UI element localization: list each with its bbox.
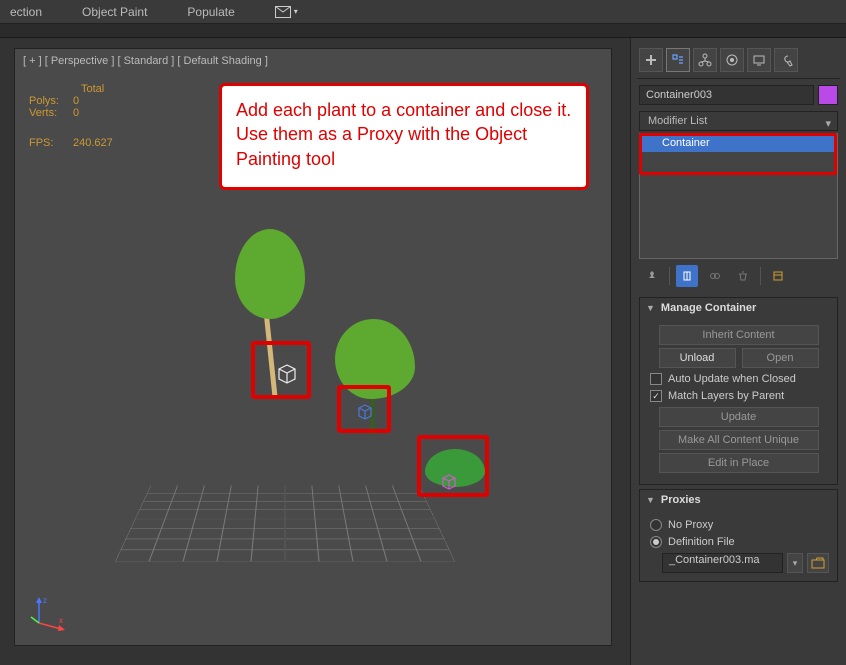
rollout-title: Manage Container (661, 302, 756, 314)
menu-selection-clipped[interactable]: ection (10, 5, 42, 19)
match-layers-label: Match Layers by Parent (668, 390, 784, 402)
tab-display[interactable] (747, 48, 771, 72)
svg-text:x: x (59, 616, 63, 625)
wrench-icon (779, 53, 793, 67)
definition-file-label: Definition File (668, 536, 735, 548)
auto-update-label: Auto Update when Closed (668, 373, 796, 385)
remove-modifier-button[interactable] (732, 265, 754, 287)
checkbox-checked-icon: ✓ (650, 390, 662, 402)
annotation-callout: Add each plant to a container and close … (219, 83, 589, 190)
stats-total-header: Total (81, 83, 113, 95)
tab-utilities[interactable] (774, 48, 798, 72)
pin-stack-button[interactable] (641, 265, 663, 287)
chevron-down-icon: ▾ (825, 117, 831, 130)
stats-verts-value: 0 (73, 107, 79, 119)
rollout-header-manage-container[interactable]: ▼ Manage Container (640, 298, 837, 318)
stack-toolbar (641, 265, 836, 287)
menu-object-paint[interactable]: Object Paint (82, 5, 147, 19)
definition-file-dropdown[interactable]: ▾ (787, 553, 803, 573)
menu-notifications[interactable]: ▾ (275, 6, 298, 18)
make-unique-button[interactable] (704, 265, 726, 287)
configure-icon (772, 270, 784, 282)
folder-icon (811, 557, 825, 569)
trash-icon (737, 270, 749, 282)
pin-icon (646, 270, 658, 282)
definition-file-radio-row[interactable]: Definition File (650, 536, 827, 548)
stats-fps-value: 240.627 (73, 137, 113, 149)
auto-update-checkbox-row[interactable]: Auto Update when Closed (650, 373, 827, 385)
rollout-header-proxies[interactable]: ▼ Proxies (640, 490, 837, 510)
divider (669, 267, 670, 285)
stats-polys-value: 0 (73, 95, 79, 107)
annotation-box-1 (251, 341, 311, 399)
object-color-swatch[interactable] (818, 85, 838, 105)
sub-strip (0, 24, 846, 38)
hierarchy-icon (698, 53, 712, 67)
stats-fps-label: FPS: (29, 137, 73, 149)
definition-file-field[interactable]: _Container003.ma (662, 553, 783, 573)
command-panel: Modifier List ▾ Container ▼ Manage Conta… (630, 38, 846, 665)
unload-open-row: Unload Open (659, 348, 819, 368)
edit-in-place-button[interactable]: Edit in Place (659, 453, 819, 473)
radio-unchecked-icon (650, 519, 662, 531)
display-icon (752, 53, 766, 67)
modifier-list-dropdown[interactable]: Modifier List ▾ (639, 111, 838, 131)
menu-populate[interactable]: Populate (187, 5, 234, 19)
chevron-down-icon: ▼ (646, 303, 655, 313)
tab-modify[interactable] (666, 48, 690, 72)
checkbox-unchecked-icon (650, 373, 662, 385)
axis-gizmo: z x (29, 593, 69, 633)
annotation-box-2 (337, 385, 391, 433)
match-layers-checkbox-row[interactable]: ✓ Match Layers by Parent (650, 390, 827, 402)
modify-icon (671, 53, 685, 67)
update-button[interactable]: Update (659, 407, 819, 427)
tab-motion[interactable] (720, 48, 744, 72)
radio-checked-icon (650, 536, 662, 548)
divider (760, 267, 761, 285)
annotation-box-stack (639, 133, 837, 175)
tab-create[interactable] (639, 48, 663, 72)
make-all-unique-button[interactable]: Make All Content Unique (659, 430, 819, 450)
browse-file-button[interactable] (807, 553, 829, 573)
modifier-list-label: Modifier List (648, 115, 707, 127)
envelope-icon (275, 6, 291, 18)
viewport-labels[interactable]: [ + ] [ Perspective ] [ Standard ] [ Def… (23, 55, 268, 67)
svg-text:z: z (43, 596, 47, 605)
no-proxy-label: No Proxy (668, 519, 713, 531)
rollout-proxies: ▼ Proxies No Proxy Definition File _Cont… (639, 489, 838, 582)
make-unique-icon (709, 270, 721, 282)
viewport-stats: Total Polys:0 Verts:0 FPS:240.627 (29, 83, 113, 149)
chevron-down-icon: ▼ (646, 495, 655, 505)
ground-grid (115, 485, 455, 561)
configure-sets-button[interactable] (767, 265, 789, 287)
tab-hierarchy[interactable] (693, 48, 717, 72)
inherit-content-button[interactable]: Inherit Content (659, 325, 819, 345)
rollout-manage-container: ▼ Manage Container Inherit Content Unloa… (639, 297, 838, 485)
rollout-title: Proxies (661, 494, 701, 506)
tree1-foliage (235, 229, 305, 319)
top-menu-bar: ection Object Paint Populate ▾ (0, 0, 846, 24)
viewport[interactable]: [ + ] [ Perspective ] [ Standard ] [ Def… (14, 48, 612, 646)
show-end-result-icon (681, 270, 693, 282)
stats-verts-label: Verts: (29, 107, 73, 119)
unload-button[interactable]: Unload (659, 348, 736, 368)
plus-icon (644, 53, 658, 67)
object-name-field[interactable] (639, 85, 814, 105)
stats-polys-label: Polys: (29, 95, 73, 107)
open-button[interactable]: Open (742, 348, 819, 368)
motion-icon (725, 53, 739, 67)
no-proxy-radio-row[interactable]: No Proxy (650, 519, 827, 531)
annotation-box-3 (417, 435, 489, 497)
show-end-result-button[interactable] (676, 265, 698, 287)
command-tabs (637, 44, 840, 79)
